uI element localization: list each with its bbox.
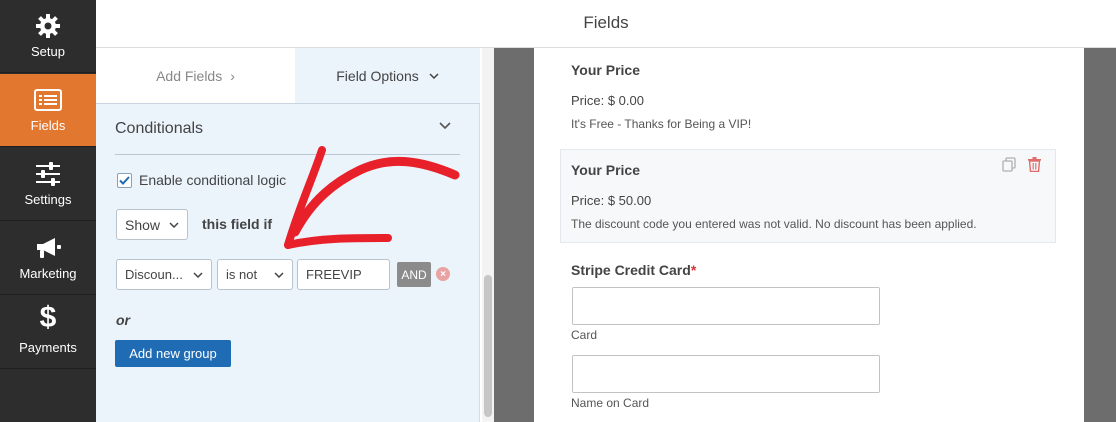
chevron-down-icon bbox=[193, 271, 203, 278]
rule-field-select[interactable]: Discoun... bbox=[116, 259, 212, 290]
show-hide-select[interactable]: Show bbox=[116, 209, 188, 240]
select-value: Show bbox=[125, 216, 161, 233]
panel-scrollbar-thumb[interactable] bbox=[484, 275, 492, 417]
nav-label: Setup bbox=[31, 44, 65, 59]
nav-label: Settings bbox=[24, 192, 72, 207]
nav-item-fields[interactable]: Fields bbox=[0, 74, 96, 147]
list-icon bbox=[0, 86, 96, 114]
left-nav: Setup Fields Settings Marketing $ Paymen… bbox=[0, 0, 96, 422]
remove-rule-icon[interactable]: × bbox=[436, 267, 450, 281]
enable-conditional-label: Enable conditional logic bbox=[139, 172, 287, 188]
name-on-card-input[interactable] bbox=[572, 355, 880, 393]
nav-label: Fields bbox=[30, 118, 66, 133]
duplicate-icon[interactable] bbox=[1002, 157, 1017, 172]
top-header: Fields bbox=[96, 0, 1116, 48]
app-root: Setup Fields Settings Marketing $ Paymen… bbox=[0, 0, 1116, 422]
price-value: Price: $ 50.00 bbox=[571, 193, 652, 208]
nav-item-setup[interactable]: Setup bbox=[0, 0, 96, 73]
rule-operator-select[interactable]: is not bbox=[217, 259, 293, 290]
tab-field-options[interactable]: Field Options bbox=[295, 48, 480, 103]
select-value: Discoun... bbox=[125, 267, 183, 282]
nav-item-payments[interactable]: $ Payments bbox=[0, 296, 96, 369]
field-if-label: this field if bbox=[202, 216, 272, 232]
chevron-down-icon bbox=[169, 221, 179, 228]
name-on-card-sublabel: Name on Card bbox=[571, 396, 650, 410]
enable-conditional-checkbox[interactable] bbox=[117, 172, 132, 188]
price-field-label: Your Price bbox=[571, 62, 640, 78]
tab-divider bbox=[96, 103, 480, 104]
dollar-icon: $ bbox=[39, 301, 57, 334]
add-new-group-button[interactable]: Add new group bbox=[115, 340, 231, 367]
sliders-icon bbox=[0, 160, 96, 188]
select-value: is not bbox=[226, 267, 258, 282]
section-title: Conditionals bbox=[115, 120, 204, 137]
card-number-input[interactable] bbox=[572, 287, 880, 325]
trash-icon[interactable] bbox=[1028, 157, 1041, 172]
enable-conditional-row: Enable conditional logic bbox=[117, 172, 286, 188]
nav-label: Marketing bbox=[19, 266, 77, 281]
megaphone-icon bbox=[0, 234, 96, 262]
price-field-label: Your Price bbox=[571, 162, 640, 178]
chevron-down-icon bbox=[274, 271, 284, 278]
check-icon bbox=[119, 175, 130, 185]
or-label: or bbox=[116, 312, 130, 328]
chevron-down-icon bbox=[429, 72, 439, 79]
input-value: FREEVIP bbox=[306, 267, 362, 282]
section-divider bbox=[115, 154, 460, 155]
chevron-down-icon[interactable] bbox=[439, 122, 451, 130]
tab-add-fields[interactable]: Add Fields › bbox=[96, 48, 295, 103]
field-options-panel: Add Fields › Field Options Conditionals … bbox=[96, 48, 480, 422]
nav-item-settings[interactable]: Settings bbox=[0, 148, 96, 221]
price-value: Price: $ 0.00 bbox=[571, 93, 644, 108]
price-message: The discount code you entered was not va… bbox=[571, 217, 977, 231]
rule-value-input[interactable]: FREEVIP bbox=[297, 259, 390, 290]
nav-item-marketing[interactable]: Marketing bbox=[0, 222, 96, 295]
nav-label: Payments bbox=[19, 340, 77, 355]
stripe-label-text: Stripe Credit Card bbox=[571, 262, 691, 278]
price-message: It's Free - Thanks for Being a VIP! bbox=[571, 117, 752, 131]
chevron-right-icon: › bbox=[230, 67, 235, 84]
and-button[interactable]: AND bbox=[397, 262, 431, 287]
required-mark: * bbox=[690, 262, 697, 278]
tab-label: Add Fields bbox=[156, 67, 223, 84]
stripe-field-label: Stripe Credit Card* bbox=[571, 262, 696, 278]
card-sublabel: Card bbox=[571, 328, 598, 342]
page-title: Fields bbox=[583, 13, 629, 32]
tab-label: Field Options bbox=[336, 67, 419, 84]
gear-icon bbox=[0, 12, 96, 40]
